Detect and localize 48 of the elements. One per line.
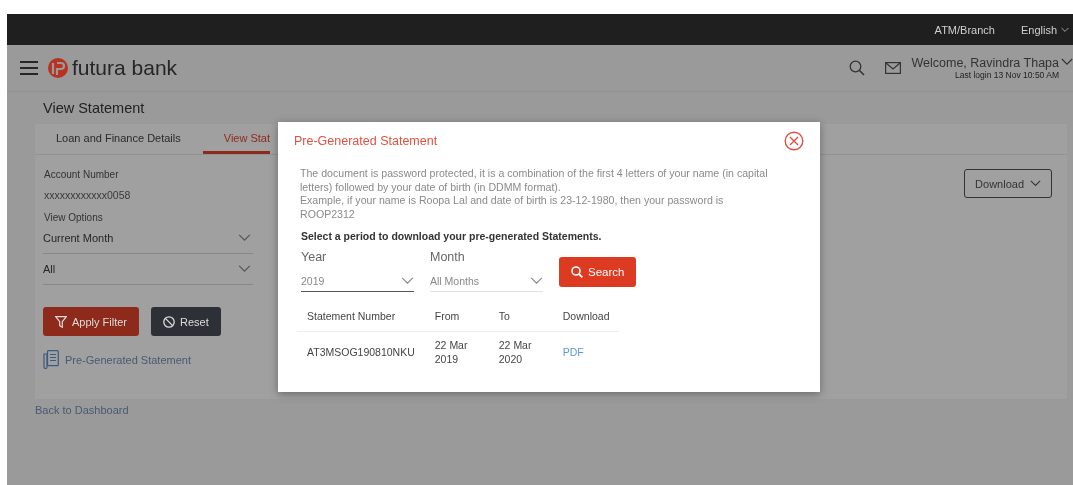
search-icon[interactable]: [849, 60, 866, 76]
column-header: From: [424, 310, 489, 332]
chevron-down-icon: [530, 276, 543, 285]
dropdown[interactable]: Current Month: [43, 223, 253, 254]
document-icon: [43, 350, 59, 369]
tab[interactable]: Loan and Finance Details: [35, 124, 181, 154]
top-link[interactable]: English: [1020, 23, 1069, 36]
field-label: View Options: [44, 212, 104, 223]
dialog-title: Pre-Generated Statement: [294, 134, 438, 148]
logo-icon: [48, 58, 68, 78]
tab[interactable]: View Stat: [202, 124, 271, 154]
user-greeting[interactable]: Welcome, Ravindra Thapa Last login 13 Nov 10:50 AM: [911, 56, 1059, 80]
field-label: Month: [430, 250, 466, 264]
info-text: Example, if your name is Roopa Lal and date of birth is 23-12-1980, then your password is ROOP2312: [300, 194, 725, 221]
chevron-down-icon: [1061, 26, 1069, 33]
account-number: xxxxxxxxxxxx0058: [44, 189, 132, 201]
chevron-down-icon: [238, 234, 251, 242]
info-text: The document is password protected, it is a combination of the first 4 letters of your name (in capital letters) followed by your date of birth (in DDMM format).: [300, 167, 769, 194]
chevron-down-icon: [238, 265, 251, 273]
select-field[interactable]: All Months: [430, 270, 543, 292]
chevron-down-icon: [1030, 180, 1041, 187]
page-title: View Statement: [43, 100, 146, 116]
field-label: Account Number: [44, 169, 120, 180]
top-link[interactable]: ATM/Branch: [934, 23, 995, 36]
dropdown[interactable]: All: [43, 254, 253, 285]
column-header: Statement Number: [297, 310, 425, 332]
ban-icon: [163, 315, 176, 328]
table-cell: AT3MSOG190810NKU: [307, 346, 415, 358]
table-cell-text: 22 Mar 2020: [498, 338, 533, 366]
column-header: To: [488, 310, 553, 332]
download-button[interactable]: Download: [964, 169, 1052, 198]
pdf-link[interactable]: PDF: [562, 346, 584, 358]
close-icon[interactable]: [784, 131, 804, 151]
search-button[interactable]: Search: [559, 257, 637, 287]
instruction-text: Select a period to download your pre-generated Statements.: [301, 230, 603, 242]
search-icon: [571, 266, 583, 278]
menu-icon[interactable]: [20, 60, 38, 76]
reset-button[interactable]: Reset: [151, 307, 221, 336]
select-field[interactable]: 2019: [301, 270, 414, 292]
brand-name: futura bank: [72, 56, 178, 80]
filter-icon: [55, 315, 67, 328]
column-header: Download: [552, 310, 620, 332]
table-cell-text: 22 Mar 2019: [434, 338, 469, 366]
mail-icon[interactable]: [885, 62, 902, 74]
field-label: Year: [301, 250, 328, 264]
chevron-down-icon[interactable]: [1061, 58, 1073, 66]
chevron-down-icon: [401, 276, 414, 285]
apply-button[interactable]: Apply Filter: [43, 307, 140, 336]
